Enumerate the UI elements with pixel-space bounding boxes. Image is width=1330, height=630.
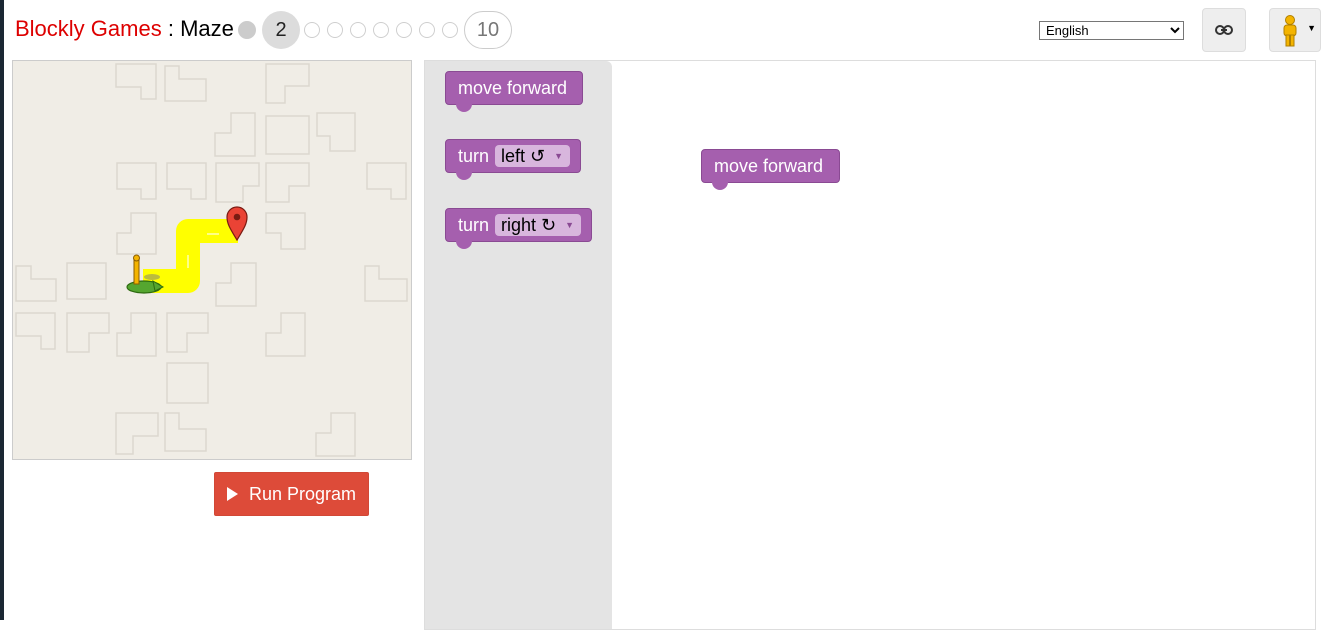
toolbox-block-turn-right[interactable]: turn right ↻ ▼ — [445, 208, 592, 249]
pegman-icon — [1283, 15, 1297, 47]
toolbox-block-turn-left[interactable]: turn left ↺ ▼ — [445, 139, 581, 180]
run-program-label: Run Program — [248, 483, 357, 504]
turn-direction-dropdown[interactable]: right ↻ ▼ — [495, 214, 582, 236]
workspace-block-move-forward[interactable]: move forward — [701, 149, 840, 190]
chevron-down-icon: ▼ — [1307, 23, 1316, 33]
page-title: Blockly Games : Maze — [15, 16, 234, 42]
chevron-down-icon: ▼ — [554, 151, 564, 161]
language-select[interactable]: English — [1039, 21, 1184, 40]
level-1-link[interactable] — [238, 21, 256, 39]
level-5-link[interactable] — [350, 22, 366, 38]
level-selector: 2 10 — [238, 11, 512, 49]
level-9-link[interactable] — [442, 22, 458, 38]
level-6-link[interactable] — [373, 22, 389, 38]
level-3-link[interactable] — [304, 22, 320, 38]
maze-svg — [15, 63, 408, 457]
window-edge — [0, 0, 4, 620]
brand-link[interactable]: Blockly Games — [15, 16, 162, 41]
dropdown-value: left ↺ — [501, 145, 546, 166]
toolbox-block-move-forward[interactable]: move forward — [445, 71, 583, 112]
block-label: move forward — [458, 77, 568, 98]
level-current: 2 — [262, 11, 300, 49]
level-4-link[interactable] — [327, 22, 343, 38]
level-7-link[interactable] — [396, 22, 412, 38]
game-name: Maze — [180, 16, 234, 41]
title-separator: : — [161, 16, 181, 41]
link-button[interactable] — [1202, 8, 1246, 52]
maze-path — [143, 219, 238, 293]
block-label: turn — [458, 145, 490, 166]
level-8-link[interactable] — [419, 22, 435, 38]
dropdown-value: right ↻ — [501, 214, 557, 235]
link-icon — [1215, 25, 1233, 35]
turn-direction-dropdown[interactable]: left ↺ ▼ — [495, 145, 571, 167]
block-label: turn — [458, 214, 490, 235]
pegman-button[interactable]: ▼ — [1269, 8, 1321, 52]
chevron-down-icon: ▼ — [565, 220, 575, 230]
blockly-toolbox: move forward turn left ↺ ▼ turn right ↻ … — [425, 61, 612, 629]
block-label: move forward — [714, 155, 824, 176]
maze-board — [12, 60, 412, 460]
blockly-workspace[interactable]: move forward turn left ↺ ▼ turn right ↻ … — [424, 60, 1316, 630]
play-icon — [226, 487, 238, 501]
run-program-button[interactable]: Run Program — [214, 472, 369, 516]
level-10-link[interactable]: 10 — [464, 11, 512, 49]
